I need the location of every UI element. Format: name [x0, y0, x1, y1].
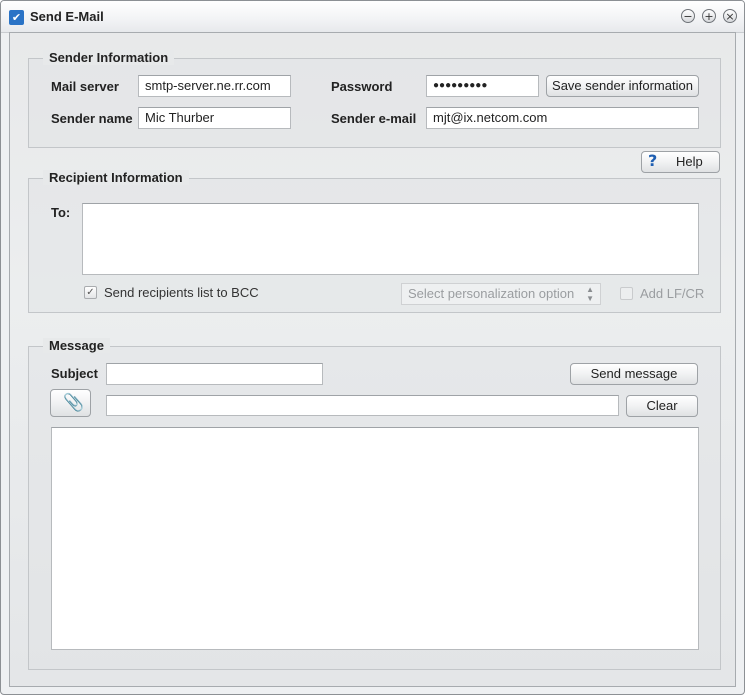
recipient-information-group: Recipient Information To: ✓ Send recipie… [28, 170, 721, 313]
minimize-icon[interactable]: − [681, 9, 695, 23]
message-body-textarea[interactable] [51, 427, 699, 650]
save-sender-information-button[interactable]: Save sender information [546, 75, 699, 97]
personalization-select[interactable]: Select personalization option ▲ ▼ [401, 283, 601, 305]
message-group: Message Subject Send message 📎 Clear [28, 338, 721, 670]
send-email-window: ✔ Send E-Mail − + × Sender Information M… [0, 0, 745, 695]
help-button[interactable]: ? Help [641, 151, 720, 173]
password-label: Password [331, 79, 393, 94]
send-message-button[interactable]: Send message [570, 363, 698, 385]
to-label: To: [51, 205, 71, 220]
message-legend: Message [43, 338, 110, 353]
sender-information-legend: Sender Information [43, 50, 175, 65]
sender-email-label: Sender e-mail [331, 111, 417, 126]
password-input[interactable]: ●●●●●●●●● [426, 75, 539, 97]
spinner-arrows-icon: ▲ ▼ [586, 285, 594, 303]
title-bar[interactable]: ✔ Send E-Mail − + × [1, 1, 744, 33]
attach-file-button[interactable]: 📎 [50, 389, 91, 417]
bcc-checkbox[interactable]: ✓ [84, 286, 97, 299]
add-lfcr-label: Add LF/CR [640, 286, 705, 301]
mail-server-label: Mail server [51, 79, 119, 94]
close-icon[interactable]: × [723, 9, 737, 23]
recipient-information-legend: Recipient Information [43, 170, 189, 185]
sender-information-group: Sender Information Mail server smtp-serv… [28, 50, 721, 148]
bcc-checkbox-label: Send recipients list to BCC [104, 285, 259, 300]
client-area: Sender Information Mail server smtp-serv… [9, 32, 736, 687]
app-icon: ✔ [9, 10, 24, 25]
help-button-label: Help [676, 154, 703, 169]
question-icon: ? [648, 151, 658, 170]
paperclip-icon: 📎 [63, 393, 85, 412]
attachment-path-input[interactable] [106, 395, 619, 416]
mail-server-input[interactable]: smtp-server.ne.rr.com [138, 75, 291, 97]
maximize-icon[interactable]: + [702, 9, 716, 23]
window-title: Send E-Mail [30, 9, 104, 24]
sender-name-input[interactable]: Mic Thurber [138, 107, 291, 129]
sender-email-input[interactable]: mjt@ix.netcom.com [426, 107, 699, 129]
subject-input[interactable] [106, 363, 323, 385]
to-recipients-textarea[interactable] [82, 203, 699, 275]
clear-button[interactable]: Clear [626, 395, 698, 417]
subject-label: Subject [51, 366, 98, 381]
add-lfcr-checkbox[interactable] [620, 287, 633, 300]
personalization-select-value: Select personalization option [408, 286, 575, 301]
sender-name-label: Sender name [51, 111, 133, 126]
